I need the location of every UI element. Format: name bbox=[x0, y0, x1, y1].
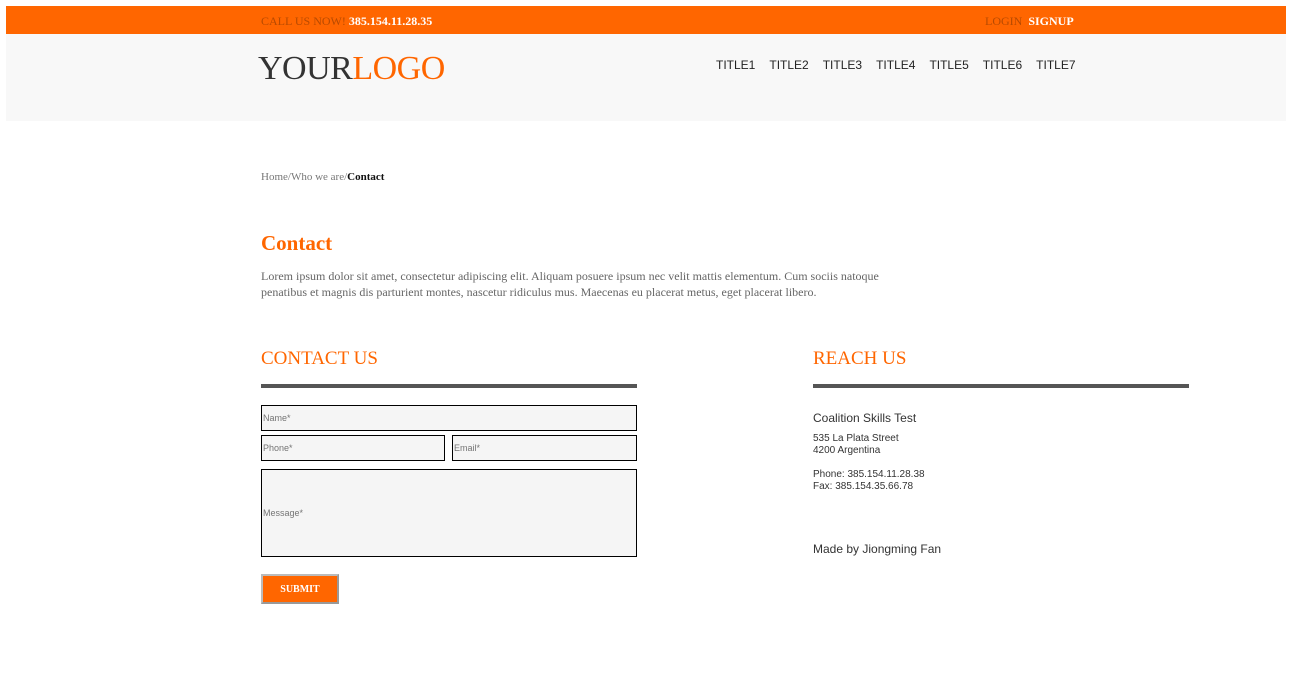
site-header: YOURLOGO TITLE1 TITLE2 TITLE3 TITLE4 TIT… bbox=[6, 34, 1286, 121]
main-nav: TITLE1 TITLE2 TITLE3 TITLE4 TITLE5 TITLE… bbox=[716, 58, 1076, 72]
top-bar: CALL US NOW! 385.154.11.28.35 LOGIN SIGN… bbox=[6, 6, 1286, 34]
intro-text: Lorem ipsum dolor sit amet, consectetur … bbox=[261, 269, 879, 299]
nav-item-title2[interactable]: TITLE2 bbox=[769, 58, 808, 72]
breadcrumb-home[interactable]: Home bbox=[261, 171, 288, 183]
call-us-phone: 385.154.11.28.35 bbox=[348, 14, 433, 28]
contact-us-heading: CONTACT US bbox=[261, 348, 378, 369]
submit-button[interactable]: SUBMIT bbox=[261, 574, 339, 604]
nav-item-title3[interactable]: TITLE3 bbox=[823, 58, 862, 72]
name-field[interactable] bbox=[261, 405, 637, 431]
nav-item-title5[interactable]: TITLE5 bbox=[929, 58, 968, 72]
reach-us-heading: REACH US bbox=[813, 348, 907, 369]
breadcrumb: Home/Who we are/Contact bbox=[261, 171, 384, 183]
nav-item-title7[interactable]: TITLE7 bbox=[1036, 58, 1075, 72]
organization-name: Coalition Skills Test bbox=[813, 411, 917, 425]
logo[interactable]: YOURLOGO bbox=[258, 50, 445, 88]
address-city: 4200 Argentina bbox=[813, 445, 881, 456]
nav-item-title1[interactable]: TITLE1 bbox=[716, 58, 755, 72]
page-title: Contact bbox=[261, 231, 333, 255]
call-us-label: CALL US NOW! bbox=[261, 14, 346, 28]
auth-links: LOGIN SIGNUP bbox=[985, 14, 1074, 29]
phone-field[interactable] bbox=[261, 435, 445, 461]
breadcrumb-current: Contact bbox=[347, 171, 385, 183]
contact-phone: Phone: 385.154.11.28.38 bbox=[813, 469, 925, 480]
credit-text: Made by Jiongming Fan bbox=[813, 542, 942, 556]
nav-item-title4[interactable]: TITLE4 bbox=[876, 58, 915, 72]
signup-link[interactable]: SIGNUP bbox=[1028, 14, 1073, 28]
address-street: 535 La Plata Street bbox=[813, 433, 899, 444]
call-us: CALL US NOW! 385.154.11.28.35 bbox=[261, 14, 432, 29]
login-link[interactable]: LOGIN bbox=[985, 14, 1022, 28]
reach-us-divider bbox=[813, 384, 1189, 388]
breadcrumb-who-we-are[interactable]: Who we are bbox=[291, 171, 344, 183]
logo-part-your: YOUR bbox=[258, 50, 353, 87]
contact-fax: Fax: 385.154.35.66.78 bbox=[813, 481, 914, 492]
email-field[interactable] bbox=[452, 435, 637, 461]
logo-part-logo: LOGO bbox=[352, 50, 445, 87]
nav-item-title6[interactable]: TITLE6 bbox=[983, 58, 1022, 72]
contact-us-divider bbox=[261, 384, 637, 388]
message-field[interactable] bbox=[261, 469, 637, 557]
